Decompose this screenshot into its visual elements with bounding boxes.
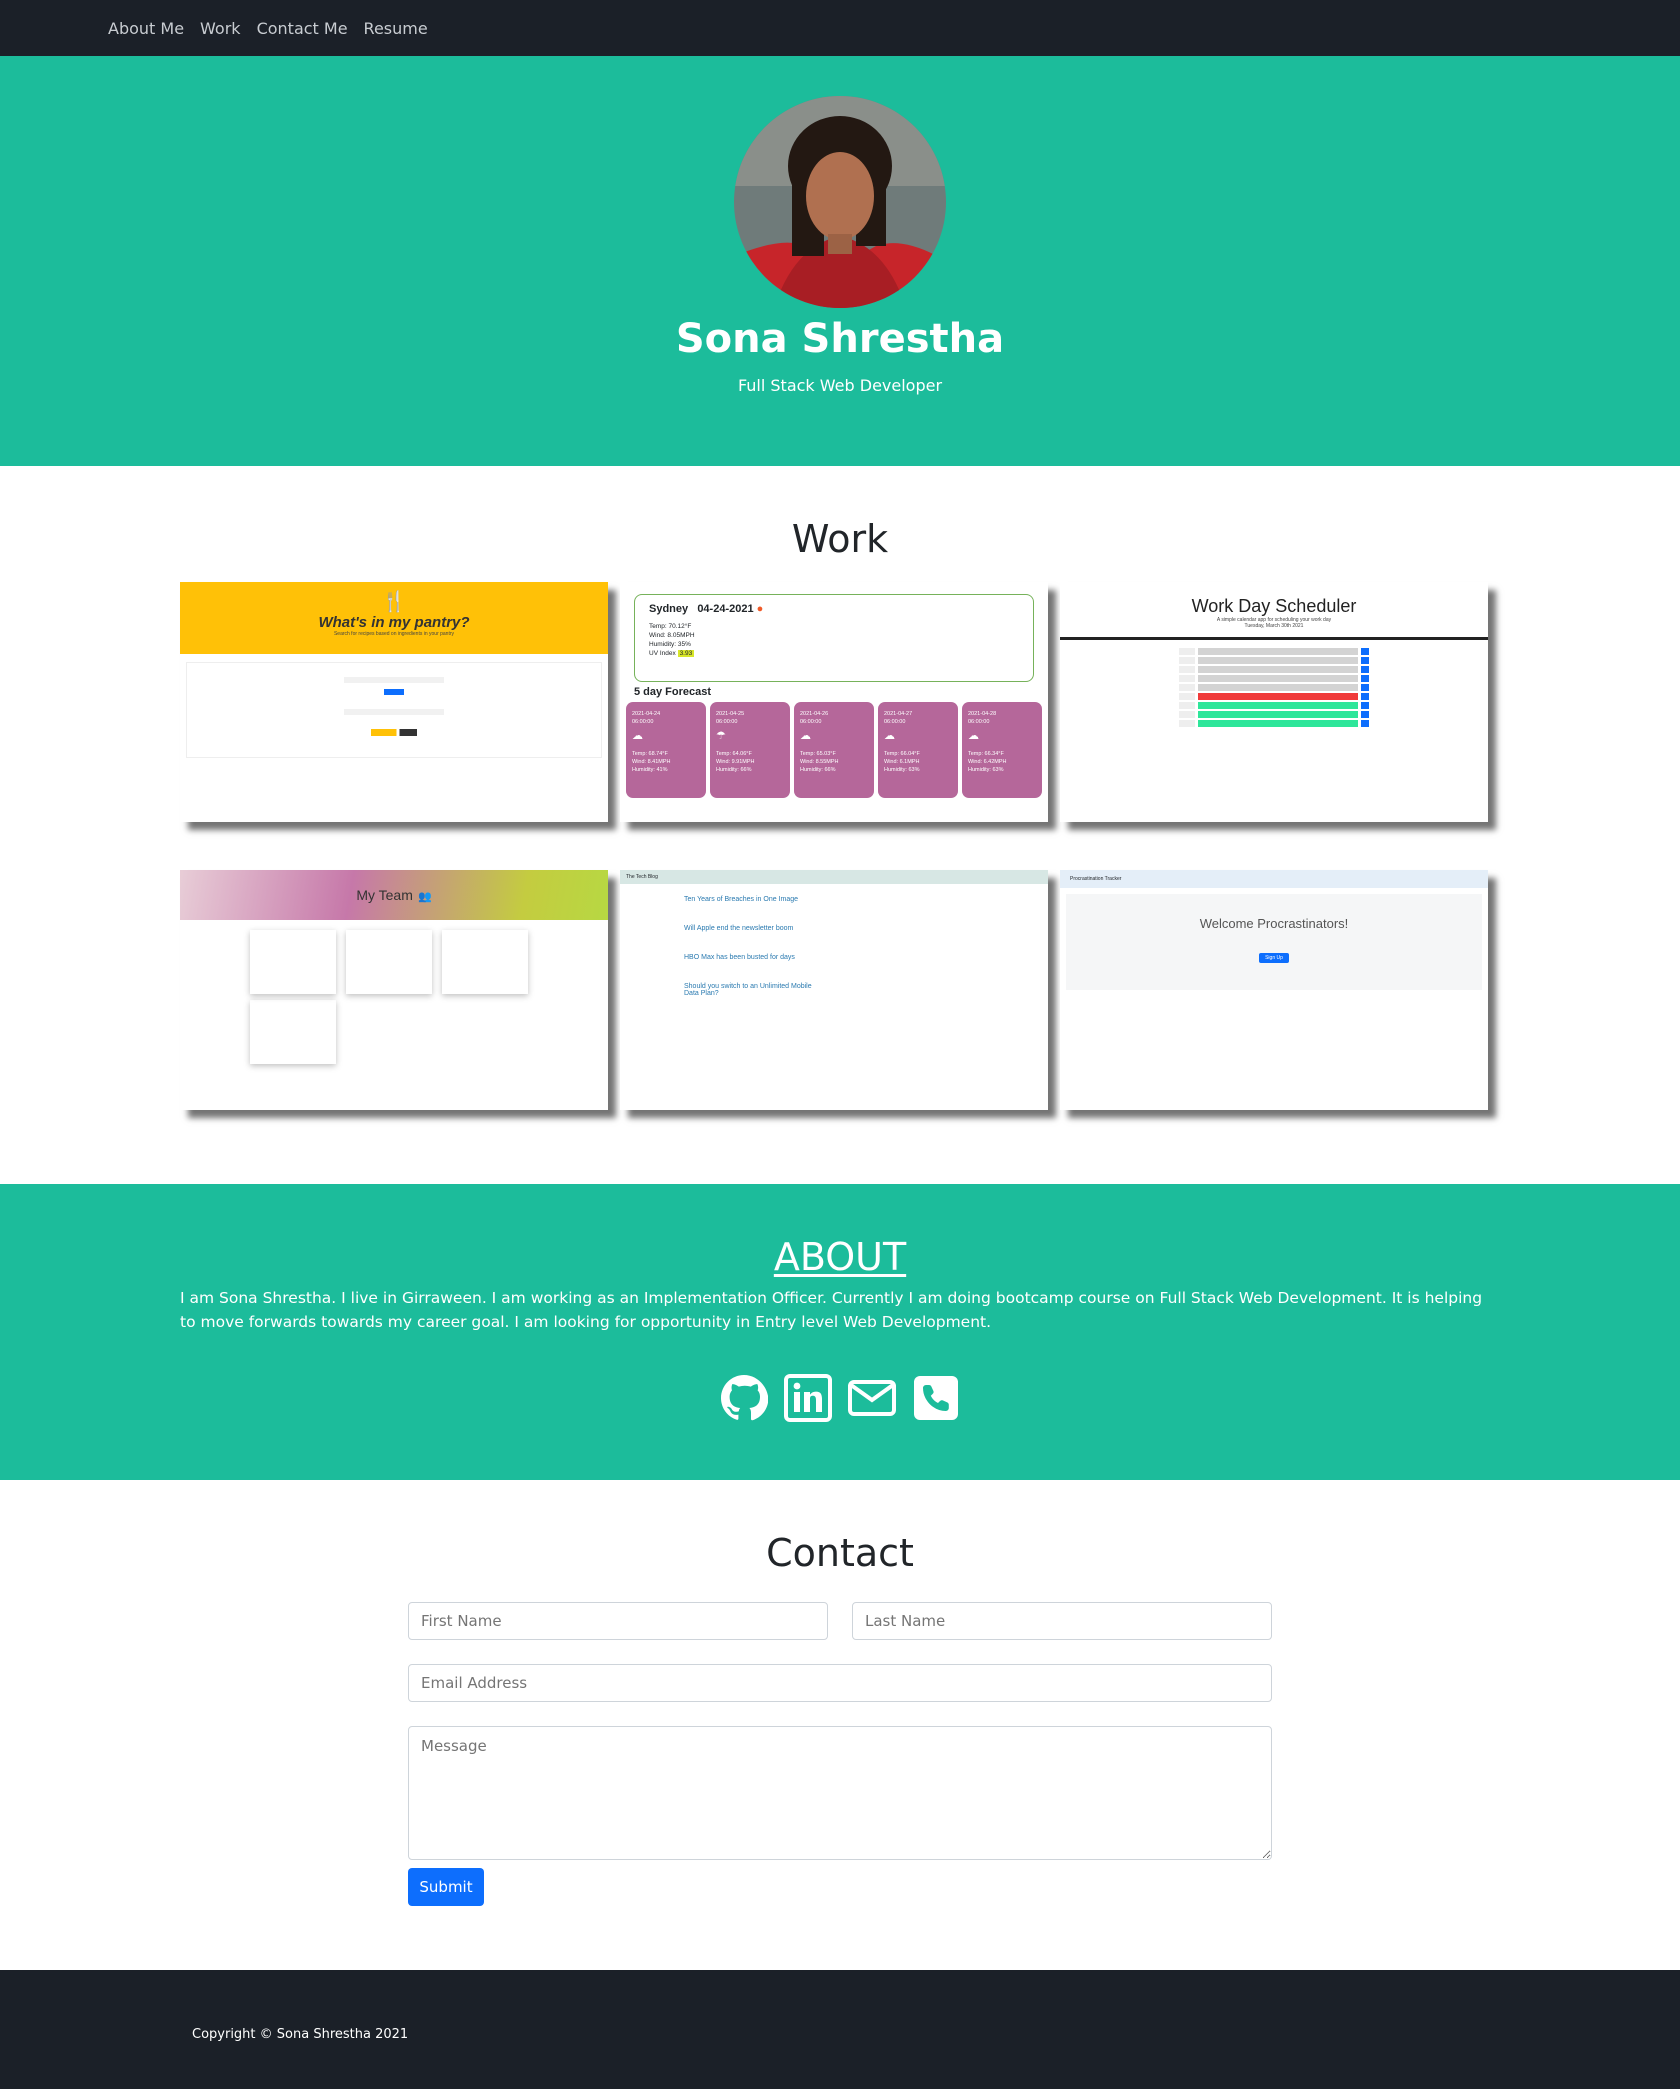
profile-name: Sona Shrestha — [675, 316, 1005, 362]
team-member-card — [250, 1000, 336, 1064]
forecast-title: 5 day Forecast — [634, 686, 712, 698]
users-icon: 👥 — [417, 890, 432, 903]
forecast-card: 2021-04-26 06:00:00 ☁ Temp: 65.03°F Wind: … — [794, 702, 874, 798]
forecast-card: 2021-04-28 06:00:00 ☁ Temp: 66.34°F Wind: … — [962, 702, 1042, 798]
nav-contact-me[interactable]: Contact Me — [257, 19, 348, 38]
about-section: ABOUT I am Sona Shrestha. I live in Girr… — [0, 1184, 1680, 1480]
weather-date: 04-24-2021 — [697, 603, 754, 615]
navbar: About Me Work Contact Me Resume — [0, 0, 1680, 56]
work-section: Work 🍴 What's in my pantry? Search for r… — [0, 466, 1680, 1184]
work-title: Work — [791, 517, 889, 561]
work-grid: 🍴 What's in my pantry? Search for recipe… — [180, 582, 1500, 1110]
sun-icon: ● — [756, 603, 764, 615]
last-name-field[interactable] — [852, 1602, 1272, 1640]
utensils-icon: 🍴 — [381, 589, 407, 613]
blog-heading: The Tech Blog — [620, 870, 1048, 884]
cloud-icon: ☁ — [800, 730, 811, 742]
pantry-heading: What's in my pantry? — [318, 614, 470, 631]
team-member-card — [250, 930, 336, 994]
social-links — [0, 1374, 1680, 1422]
scheduler-heading: Work Day Scheduler — [1191, 596, 1357, 616]
blog-post-title: Should you switch to an Unlimited Mobile… — [684, 983, 812, 997]
nav-work[interactable]: Work — [200, 19, 241, 38]
project-card-team[interactable]: My Team 👥 — [180, 870, 608, 1110]
weather-wind: Wind: 8.05MPH — [649, 632, 695, 639]
cloud-icon: ☁ — [632, 730, 643, 742]
forecast-card: 2021-04-27 06:00:00 ☁ Temp: 66.04°F Wind: … — [878, 702, 958, 798]
scheduler-date: Tuesday, March 30th 2021 — [1244, 623, 1304, 629]
blog-post-title: HBO Max has been busted for days — [684, 954, 795, 961]
github-icon[interactable] — [720, 1374, 769, 1422]
team-heading: My Team — [356, 887, 413, 903]
weather-uv-value: 3.93 — [677, 650, 695, 657]
team-member-card — [346, 930, 432, 994]
cloud-icon: ☁ — [968, 730, 979, 742]
nav-resume[interactable]: Resume — [364, 19, 428, 38]
weather-city: Sydney — [649, 603, 689, 615]
project-card-weather[interactable]: Sydney 04-24-2021 ● Temp: 70.12°F Wind: … — [620, 582, 1048, 822]
nav-about-me[interactable]: About Me — [108, 19, 184, 38]
contact-section: Contact Submit — [0, 1480, 1680, 1970]
copyright-text: Copyright © Sona Shrestha 2021 — [192, 2027, 409, 2042]
project-card-blog[interactable]: The Tech Blog Ten Years of Breaches in O… — [620, 870, 1048, 1110]
email-field[interactable] — [408, 1664, 1272, 1702]
project-card-scheduler[interactable]: Work Day Scheduler A simple calendar app… — [1060, 582, 1488, 822]
footer: Copyright © Sona Shrestha 2021 — [0, 1970, 1680, 2089]
avatar — [734, 96, 946, 308]
about-text: I am Sona Shrestha. I live in Girraween.… — [180, 1289, 1483, 1331]
first-name-field[interactable] — [408, 1602, 828, 1640]
blog-post-title: Ten Years of Breaches in One Image — [684, 896, 799, 903]
hero-section: Sona Shrestha Full Stack Web Developer — [0, 56, 1680, 466]
forecast-card: 2021-04-24 06:00:00 ☁ Temp: 68.74°F Wind: … — [626, 702, 706, 798]
project-card-procrastination[interactable]: Procrastination Tracker Welcome Procrast… — [1060, 870, 1488, 1110]
message-field[interactable] — [408, 1726, 1272, 1860]
submit-button[interactable]: Submit — [408, 1868, 484, 1906]
linkedin-icon[interactable] — [784, 1374, 832, 1422]
envelope-icon[interactable] — [848, 1374, 896, 1422]
project-card-pantry[interactable]: 🍴 What's in my pantry? Search for recipe… — [180, 582, 608, 822]
rain-cloud-icon: ☂ — [716, 730, 726, 742]
phone-icon[interactable] — [912, 1374, 960, 1422]
profile-subtitle: Full Stack Web Developer — [737, 376, 943, 395]
scheduler-rows — [1179, 648, 1369, 727]
forecast-card: 2021-04-25 06:00:00 ☂ Temp: 64.06°F Wind: … — [710, 702, 790, 798]
procrastination-welcome: Welcome Procrastinators! — [1199, 916, 1349, 931]
pantry-tagline: Search for recipes based on ingredients … — [333, 631, 455, 637]
contact-title: Contact — [766, 1531, 914, 1575]
weather-uv-label: UV Index — [649, 650, 676, 657]
about-title: ABOUT — [773, 1235, 907, 1279]
blog-post-title: Will Apple end the newsletter boom — [684, 925, 794, 932]
procrastination-signup: Sign Up — [1259, 953, 1289, 963]
procrastination-heading: Procrastination Tracker — [1060, 870, 1488, 888]
weather-humidity: Humidity: 35% — [649, 641, 691, 648]
weather-temp: Temp: 70.12°F — [649, 623, 692, 630]
cloud-icon: ☁ — [884, 730, 895, 742]
team-member-card — [442, 930, 528, 994]
contact-form: Submit — [408, 1602, 1272, 1906]
